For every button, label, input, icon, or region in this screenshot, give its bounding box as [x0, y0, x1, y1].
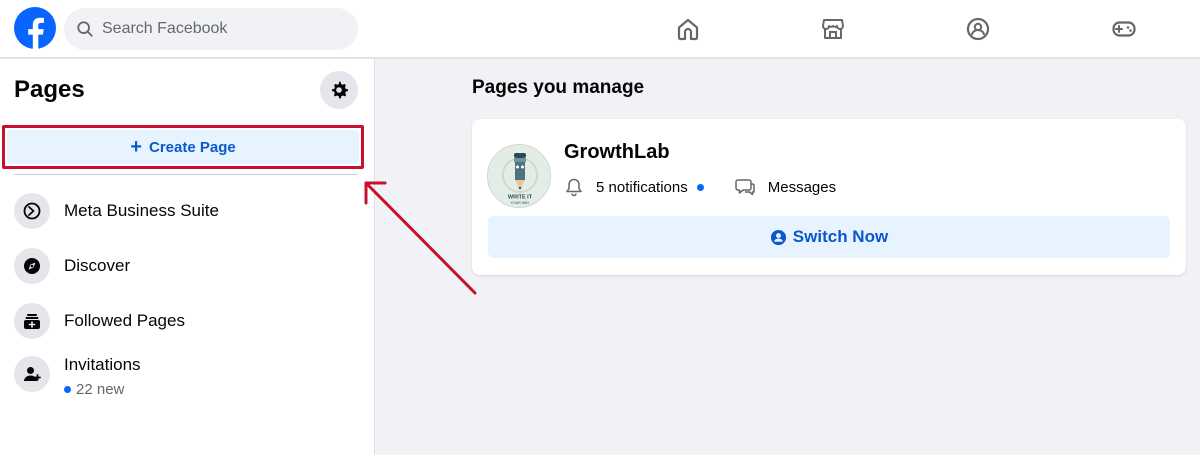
- notifications-link[interactable]: 5 notifications: [596, 179, 688, 196]
- sidebar-item-label: Discover: [64, 256, 131, 275]
- gear-icon: [331, 81, 348, 99]
- marketplace-icon: [822, 19, 844, 39]
- page-title: Pages you manage: [472, 77, 645, 98]
- sidebar-item-meta-business-suite[interactable]: Meta Business Suite: [8, 187, 363, 235]
- sidebar-item-discover[interactable]: Discover: [8, 242, 363, 290]
- search-input[interactable]: [102, 20, 342, 38]
- create-page-button[interactable]: + Create Page: [7, 130, 359, 164]
- avatar-text: WRITE IT: [508, 195, 533, 201]
- sidebar-item-label: Followed Pages: [64, 311, 185, 330]
- followed-pages-icon: [14, 303, 50, 339]
- sidebar-item-invitations[interactable]: Invitations: [8, 349, 363, 397]
- plus-icon: +: [130, 136, 142, 158]
- page-meta-row: 5 notifications Messages: [564, 175, 836, 199]
- bell-icon: [566, 178, 582, 197]
- invitations-count: 22 new: [64, 381, 124, 398]
- avatar-subtext: YOUR WAY: [511, 201, 530, 205]
- gaming-icon: [1112, 21, 1136, 37]
- notification-dot: [696, 183, 704, 191]
- nav-gaming[interactable]: [1107, 12, 1141, 46]
- messages-link[interactable]: Messages: [768, 179, 836, 196]
- nav-marketplace[interactable]: [816, 12, 850, 46]
- unread-dot: [64, 386, 71, 393]
- invitations-count-text: 22 new: [76, 381, 125, 398]
- nav-home[interactable]: [671, 12, 705, 46]
- add-person-icon: [14, 356, 50, 392]
- switch-now-button[interactable]: Switch Now: [488, 216, 1170, 258]
- managed-page-card: WRITE IT YOUR WAY GrowthLab 5 notificati…: [472, 119, 1186, 275]
- switch-now-label: Switch Now: [792, 227, 889, 246]
- sidebar-item-followed-pages[interactable]: Followed Pages: [8, 297, 363, 345]
- groups-icon: [966, 17, 990, 41]
- home-icon: [677, 18, 699, 41]
- page-name[interactable]: GrowthLab: [564, 141, 670, 164]
- sidebar-item-label: Invitations: [64, 355, 141, 374]
- top-navigation-bar: [0, 0, 1200, 58]
- search-icon: [77, 21, 93, 37]
- sidebar-item-label: Meta Business Suite: [64, 201, 219, 220]
- sidebar-divider: [14, 174, 357, 175]
- meta-business-icon: [14, 193, 50, 229]
- messages-icon: [734, 179, 755, 196]
- sidebar-title: Pages: [14, 76, 85, 103]
- nav-groups[interactable]: [961, 12, 995, 46]
- create-page-label: Create Page: [148, 138, 236, 156]
- switch-profile-icon: [770, 229, 786, 245]
- settings-button[interactable]: [320, 71, 358, 109]
- pages-sidebar: Pages + Create Page Meta Business Suite: [0, 59, 375, 455]
- page-avatar[interactable]: WRITE IT YOUR WAY: [487, 144, 551, 208]
- compass-icon: [14, 248, 50, 284]
- annotation-arrow: [364, 181, 477, 295]
- facebook-logo-icon[interactable]: [14, 7, 56, 49]
- search-bar[interactable]: [64, 8, 358, 50]
